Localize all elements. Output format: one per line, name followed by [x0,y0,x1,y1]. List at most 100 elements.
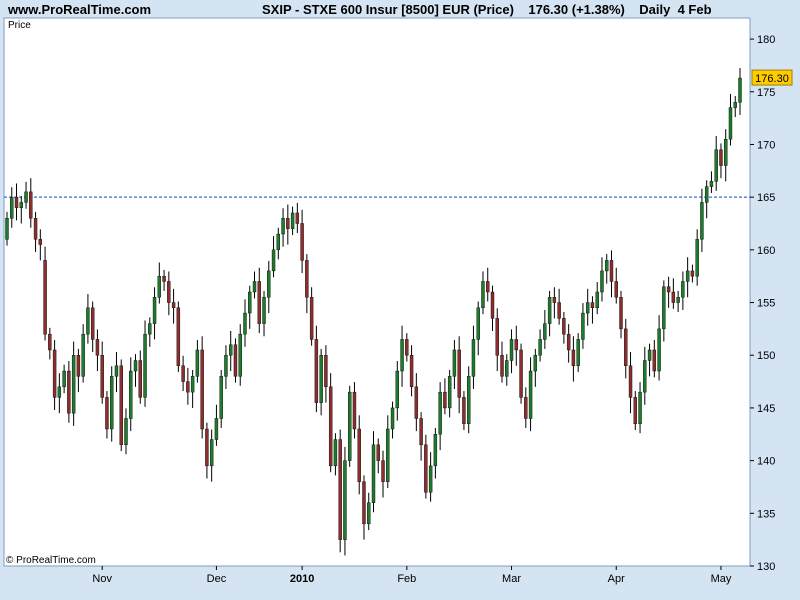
candle-body [619,297,623,330]
candle-body [390,407,395,430]
candle-body [381,460,385,482]
candle-body [190,376,195,393]
y-tick-label: 180 [757,34,775,46]
candle-body [267,270,271,298]
candle-body [324,355,328,388]
candle-body [681,281,685,298]
candle-body [414,386,419,419]
candle-body [509,339,514,361]
y-tick-label: 135 [757,508,775,520]
candle-body [552,297,557,303]
candle-body [576,339,580,366]
candle-body [138,360,142,398]
candle-body [714,149,718,182]
candle-body [724,138,728,166]
candle-body [214,418,219,440]
candle-body [476,307,480,340]
y-tick-label: 170 [757,139,775,151]
candle-body [333,439,338,467]
candle-body [657,328,661,372]
candle-body [728,107,733,140]
x-tick-label: Mar [502,573,521,585]
candle-body [533,355,538,372]
candle-body [585,302,590,314]
candle-body [100,355,104,398]
candle-body [233,344,238,377]
candle-body [5,218,9,240]
candle-body [271,249,276,272]
candle-body [676,297,680,303]
candle-body [67,370,71,414]
candle-body [519,349,523,398]
y-tick-label: 160 [757,245,775,257]
candle-body [466,376,471,424]
candle-body [490,291,495,319]
candle-body [386,428,390,482]
candle-body [148,323,152,335]
candle-body [124,418,128,446]
candle-body [43,260,47,335]
candle-body [704,186,709,203]
candle-body [286,218,290,229]
candle-body [257,281,261,324]
candle-body [452,349,457,377]
candle-body [248,291,252,314]
candle-body [86,307,90,335]
candle-body [343,460,347,540]
candle-body [76,355,81,377]
candle-body [152,297,157,324]
candle-body [195,349,200,377]
candle-body [600,270,604,293]
candle-body [110,376,114,430]
y-tick-label: 155 [757,298,775,310]
candle-body [167,281,171,303]
candle-body [119,365,123,446]
candle-body [547,297,552,324]
candle-body [571,349,576,366]
candle-body [695,239,699,277]
candle-body [157,275,162,298]
candle-body [105,397,109,430]
candle-body [52,349,57,398]
candle-body [709,181,714,187]
candle-body [143,333,147,398]
candle-body [462,397,466,424]
candle-body [638,391,642,424]
candle-body [524,397,528,419]
candle-body [71,355,76,414]
candle-body [666,286,671,293]
y-tick-label: 175 [757,87,775,99]
candle-body [24,191,28,203]
candle-body [129,370,133,419]
candle-body [395,370,399,409]
candle-body [229,344,233,356]
candle-body [700,202,704,240]
candle-body [505,360,509,377]
candle-body [614,281,618,298]
candle-body [419,418,423,446]
candle-body [405,339,409,356]
candle-body [652,349,657,372]
candle-body [647,349,652,361]
candle-body [428,465,433,493]
candle-body [562,318,566,335]
candle-body [181,365,185,382]
candle-body [566,333,571,351]
candle-body [628,365,633,398]
candle-body [252,281,257,293]
candle-body [81,333,85,377]
candle-body [357,428,361,482]
panel-label: Price [8,20,31,31]
candle-body [447,376,452,409]
candle-body [538,339,542,356]
copyright-label: © ProRealTime.com [6,555,96,566]
candle-body [643,360,647,393]
y-tick-label: 130 [757,561,775,573]
x-tick-label: Feb [397,573,416,585]
price-chart[interactable]: Price © ProRealTime.com 180 175 170 165 160 1… [0,0,800,600]
candle-body [238,333,242,377]
candle-body [495,318,499,356]
candle-body [290,212,295,229]
candle-body [409,355,414,388]
candle-body [305,260,309,298]
